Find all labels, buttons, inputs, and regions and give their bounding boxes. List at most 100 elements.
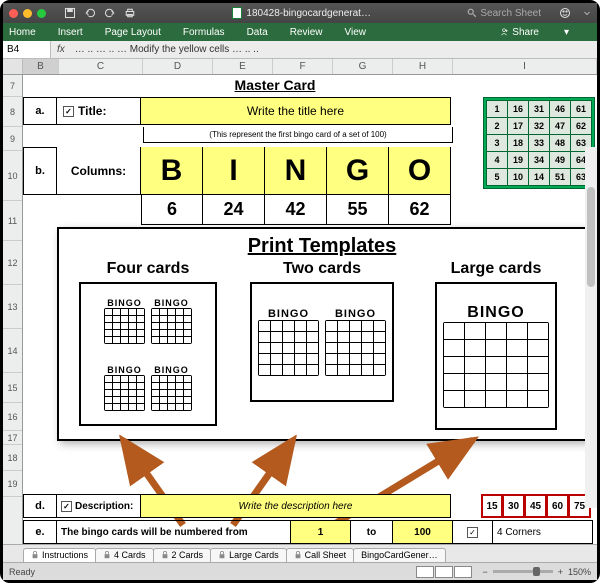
tab-callsheet[interactable]: Call Sheet <box>286 548 355 562</box>
feedback-icon[interactable] <box>559 7 571 19</box>
corners-checkbox[interactable]: ✓ <box>467 527 478 538</box>
mini-card-cell: 10 <box>508 169 529 186</box>
zoom-value[interactable]: 150% <box>568 567 591 577</box>
tab-largecards[interactable]: Large Cards <box>210 548 287 562</box>
four-cards-label: Four cards <box>107 260 190 278</box>
tab-4cards[interactable]: 4 Cards <box>95 548 154 562</box>
label-a: a. <box>23 97 57 125</box>
col-letter[interactable]: O <box>389 147 451 195</box>
row-header[interactable]: 17 <box>3 431 22 445</box>
grid-area: 7 8 9 10 11 12 13 14 15 16 17 18 19 Mast… <box>3 75 597 544</box>
menu-formulas[interactable]: Formulas <box>183 27 225 38</box>
tab-label: Call Sheet <box>305 550 347 560</box>
bingo-label: BINGO <box>467 304 524 322</box>
zoom-out-icon[interactable]: − <box>482 567 487 577</box>
formula-text[interactable]: … .. … .. … Modify the yellow cells … ..… <box>71 44 597 55</box>
bingo-label: BINGO <box>335 308 376 320</box>
tab-instructions[interactable]: Instructions <box>23 548 96 562</box>
col-header-c[interactable]: C <box>59 59 143 74</box>
title-checkbox[interactable]: ✓ <box>63 106 74 117</box>
menu-review[interactable]: Review <box>290 27 323 38</box>
bingo-label: BINGO <box>107 298 142 308</box>
col-letter[interactable]: N <box>265 147 327 195</box>
minimize-icon[interactable] <box>23 9 32 18</box>
col-header-f[interactable]: F <box>273 59 333 74</box>
select-all-corner[interactable] <box>3 59 23 74</box>
row-header[interactable]: 14 <box>3 329 22 373</box>
bingo-label: BINGO <box>268 308 309 320</box>
save-icon[interactable] <box>64 7 76 19</box>
zoom-in-icon[interactable]: + <box>558 567 563 577</box>
tab-2cards[interactable]: 2 Cards <box>153 548 212 562</box>
row-header[interactable]: 9 <box>3 127 22 151</box>
menu-data[interactable]: Data <box>247 27 268 38</box>
row-header[interactable]: 7 <box>3 75 22 97</box>
col-header-d[interactable]: D <box>143 59 213 74</box>
vertical-scrollbar[interactable] <box>585 147 597 508</box>
print-templates-overlay[interactable]: Print Templates Four cards BINGOBINGOBIN… <box>57 227 587 441</box>
num-cell[interactable]: 42 <box>265 195 327 225</box>
num-cell[interactable]: 55 <box>327 195 389 225</box>
description-input[interactable]: Write the description here <box>141 494 451 518</box>
undo-icon[interactable] <box>84 7 96 19</box>
row-header[interactable]: 16 <box>3 403 22 431</box>
zoom-thumb[interactable] <box>533 567 540 576</box>
num-cell[interactable]: 24 <box>203 195 265 225</box>
document-title-text: 180428-bingocardgenerat… <box>246 8 371 19</box>
mini-card-cell: 18 <box>508 135 529 152</box>
view-normal-icon[interactable] <box>416 566 434 578</box>
share-button[interactable]: Share ▾ <box>499 27 591 38</box>
view-pagebreak-icon[interactable] <box>454 566 472 578</box>
col-header-g[interactable]: G <box>333 59 393 74</box>
col-letter[interactable]: G <box>327 147 389 195</box>
tab-label: BingoCardGener… <box>361 550 438 560</box>
view-pagelayout-icon[interactable] <box>435 566 453 578</box>
numbering-row: e. The bingo cards will be numbered from… <box>23 520 593 544</box>
mini-card-cell: 49 <box>550 152 571 169</box>
title-input[interactable]: Write the title here <box>141 97 451 125</box>
col-header-e[interactable]: E <box>213 59 273 74</box>
name-box[interactable]: B4 <box>3 41 51 58</box>
row-header[interactable]: 15 <box>3 373 22 403</box>
quick-access <box>64 7 136 19</box>
tab-label: 2 Cards <box>172 550 204 560</box>
row-header[interactable]: 13 <box>3 285 22 329</box>
four-cards-preview: BINGOBINGOBINGOBINGO <box>79 282 217 426</box>
menu-pagelayout[interactable]: Page Layout <box>105 27 161 38</box>
fx-icon[interactable]: fx <box>51 44 71 55</box>
col-header-i[interactable]: I <box>453 59 597 74</box>
four-cards-col: Four cards BINGOBINGOBINGOBINGO <box>63 260 233 430</box>
menu-insert[interactable]: Insert <box>58 27 83 38</box>
row-header[interactable]: 18 <box>3 445 22 471</box>
close-icon[interactable] <box>9 9 18 18</box>
mini-card-cell: 34 <box>529 152 550 169</box>
scroll-thumb[interactable] <box>587 187 595 287</box>
col-letter[interactable]: I <box>203 147 265 195</box>
row-header[interactable]: 19 <box>3 471 22 497</box>
row-header[interactable]: 8 <box>3 97 22 127</box>
zoom-icon[interactable] <box>37 9 46 18</box>
view-buttons <box>416 566 472 578</box>
col-letter[interactable]: B <box>141 147 203 195</box>
menu-home[interactable]: Home <box>9 27 36 38</box>
from-input[interactable]: 1 <box>291 520 351 544</box>
description-checkbox[interactable]: ✓ <box>61 501 72 512</box>
col-header-h[interactable]: H <box>393 59 453 74</box>
row-header[interactable]: 10 <box>3 151 22 201</box>
row-header[interactable]: 11 <box>3 201 22 241</box>
num-cell[interactable]: 62 <box>389 195 451 225</box>
corners-label: 4 Corners <box>493 520 593 544</box>
chevron-down-icon[interactable] <box>583 7 591 19</box>
search-box[interactable]: Search Sheet <box>467 8 541 19</box>
col-header-b[interactable]: B <box>23 59 59 74</box>
zoom-slider[interactable] <box>493 570 553 573</box>
redo-icon[interactable] <box>104 7 116 19</box>
bingo-grid-icon <box>104 375 145 411</box>
to-input[interactable]: 100 <box>393 520 453 544</box>
tab-generator[interactable]: BingoCardGener… <box>353 548 446 562</box>
row-header[interactable]: 12 <box>3 241 22 285</box>
num-cell[interactable]: 6 <box>141 195 203 225</box>
print-icon[interactable] <box>124 7 136 19</box>
formula-bar: B4 fx … .. … .. … Modify the yellow cell… <box>3 41 597 59</box>
menu-view[interactable]: View <box>344 27 366 38</box>
